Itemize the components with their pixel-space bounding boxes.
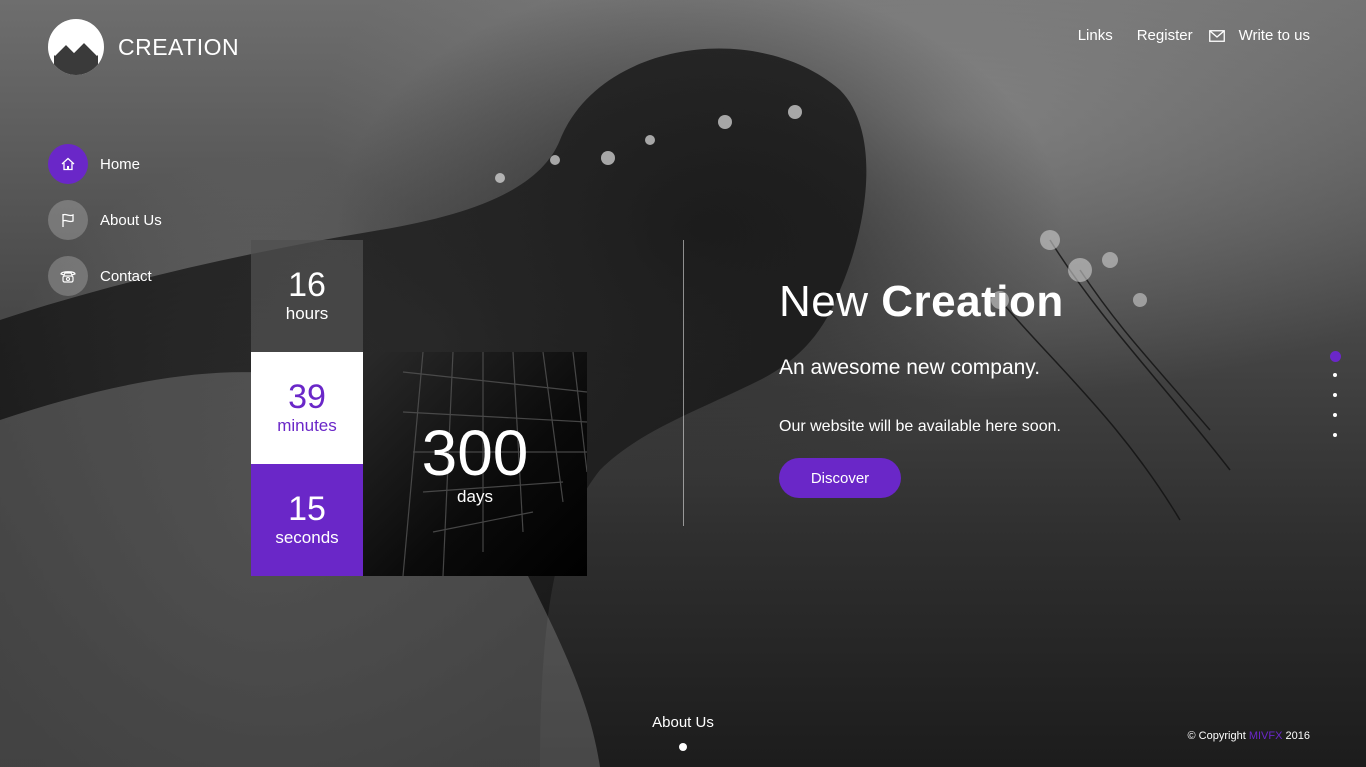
copyright-brand[interactable]: MIVFX: [1249, 730, 1283, 742]
sidenav-item-contact[interactable]: Contact: [48, 256, 162, 296]
countdown-minutes: 39 minutes: [251, 352, 363, 464]
scroll-indicator-dot[interactable]: [679, 743, 687, 751]
days-unit: days: [457, 487, 493, 506]
sidenav-label: Home: [100, 155, 141, 173]
sidenav-item-home[interactable]: Home: [48, 144, 162, 184]
seconds-value: 15: [288, 490, 326, 528]
home-icon: [48, 144, 88, 184]
phone-icon: [48, 256, 88, 296]
vertical-divider: [683, 240, 684, 526]
brand[interactable]: CREATION: [48, 19, 239, 75]
seconds-unit: seconds: [275, 528, 339, 547]
top-nav: Links Register Write to us: [1054, 27, 1310, 44]
section-pager: [1329, 351, 1341, 453]
brand-name: CREATION: [118, 33, 240, 60]
copyright-year: 2016: [1285, 730, 1310, 742]
logo-mountain-icon: [48, 19, 104, 75]
copyright-prefix: © Copyright: [1187, 730, 1246, 742]
discover-button[interactable]: Discover: [779, 458, 901, 498]
hours-unit: hours: [285, 304, 329, 323]
pager-dot-1[interactable]: [1329, 351, 1341, 362]
write-to-us-link[interactable]: Write to us: [1239, 27, 1310, 44]
hero-title-light: New: [779, 277, 869, 326]
countdown-days: 300 days: [363, 352, 587, 576]
hero-subtitle: An awesome new company.: [779, 356, 1041, 379]
sidenav-item-about[interactable]: About Us: [48, 200, 162, 240]
countdown-seconds: 15 seconds: [251, 464, 363, 576]
mail-icon[interactable]: [1208, 29, 1225, 42]
days-value: 300: [421, 417, 529, 489]
minutes-unit: minutes: [277, 416, 337, 435]
sidenav-label: Contact: [100, 267, 152, 285]
pager-dot-3[interactable]: [1333, 393, 1337, 397]
sidenav-label: About Us: [100, 211, 162, 229]
hero: New Creation An awesome new company. Our…: [779, 276, 1064, 498]
pager-dot-4[interactable]: [1333, 413, 1337, 417]
side-nav: Home About Us Contact: [48, 144, 162, 312]
flag-icon: [48, 200, 88, 240]
copyright: © Copyright MIVFX 2016: [1188, 730, 1310, 742]
hero-title: New Creation: [779, 276, 1064, 328]
hero-title-bold: Creation: [881, 277, 1064, 326]
register-link[interactable]: Register: [1137, 27, 1193, 44]
hero-description: Our website will be available here soon.: [779, 418, 1061, 435]
minutes-value: 39: [288, 378, 326, 416]
pager-dot-5[interactable]: [1333, 433, 1337, 437]
countdown-hours: 16 hours: [251, 240, 363, 352]
scroll-about-link[interactable]: About Us: [600, 714, 766, 731]
links-link[interactable]: Links: [1078, 27, 1113, 44]
pager-dot-2[interactable]: [1333, 373, 1337, 377]
hours-value: 16: [288, 266, 326, 304]
